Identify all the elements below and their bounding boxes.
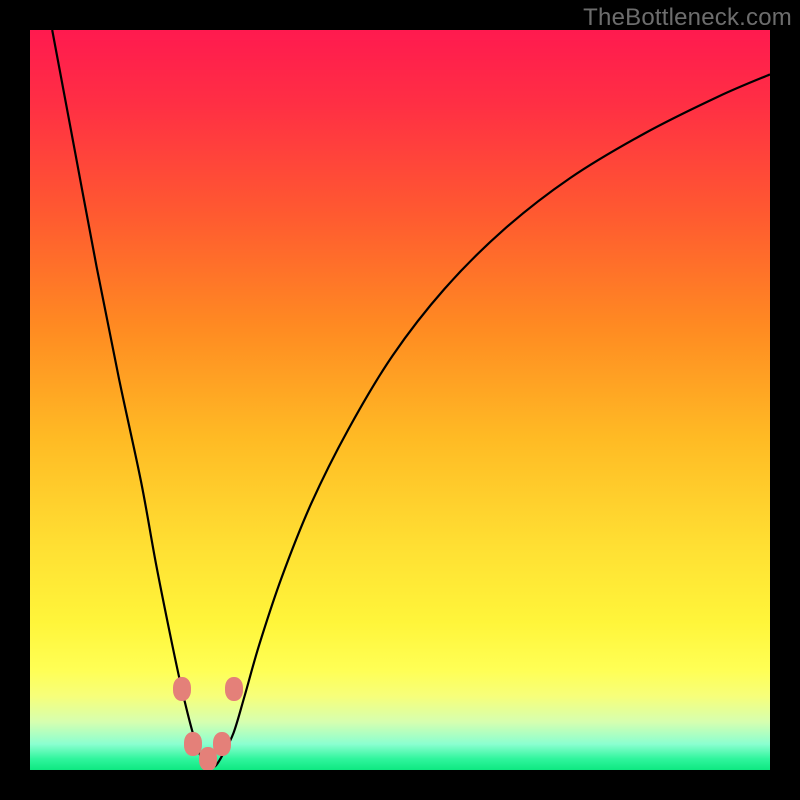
curve-marker xyxy=(173,677,191,701)
curve-marker xyxy=(213,732,231,756)
watermark-text: TheBottleneck.com xyxy=(583,4,792,32)
curve-marker xyxy=(225,677,243,701)
gradient-background xyxy=(30,30,770,770)
plot-area xyxy=(30,30,770,770)
outer-frame: TheBottleneck.com xyxy=(0,0,800,800)
